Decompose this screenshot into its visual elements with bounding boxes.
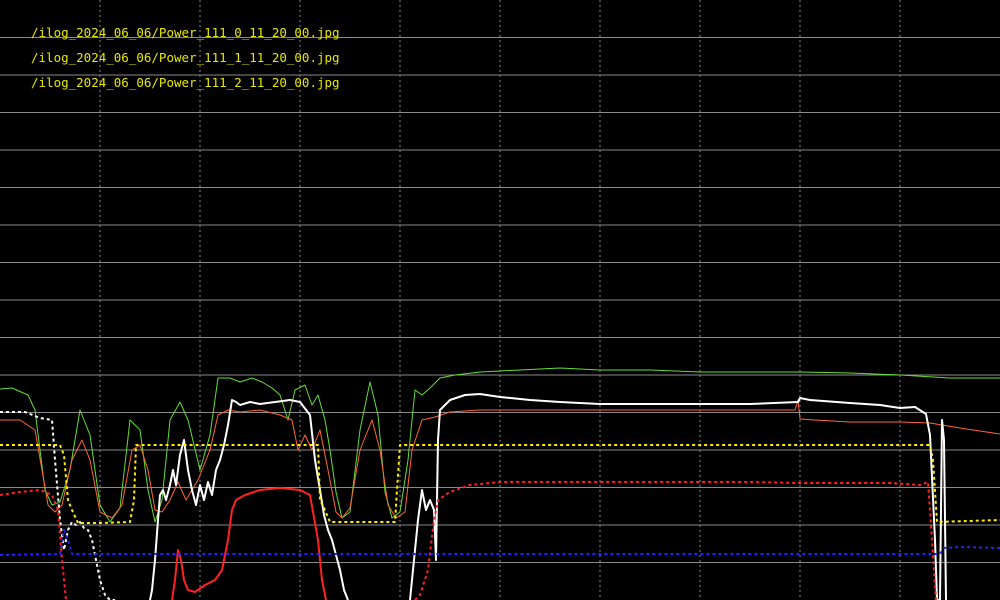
power-log-chart: /ilog_2024_06_06/Power_111_0_11_20_00.jp… [0, 0, 1000, 600]
file-label-1: /ilog_2024_06_06/Power_111_1_11_20_00.jp… [31, 50, 340, 65]
file-label-0: /ilog_2024_06_06/Power_111_0_11_20_00.jp… [31, 25, 340, 40]
file-labels: /ilog_2024_06_06/Power_111_0_11_20_00.jp… [31, 25, 340, 90]
file-label-2: /ilog_2024_06_06/Power_111_2_11_20_00.jp… [31, 75, 340, 90]
